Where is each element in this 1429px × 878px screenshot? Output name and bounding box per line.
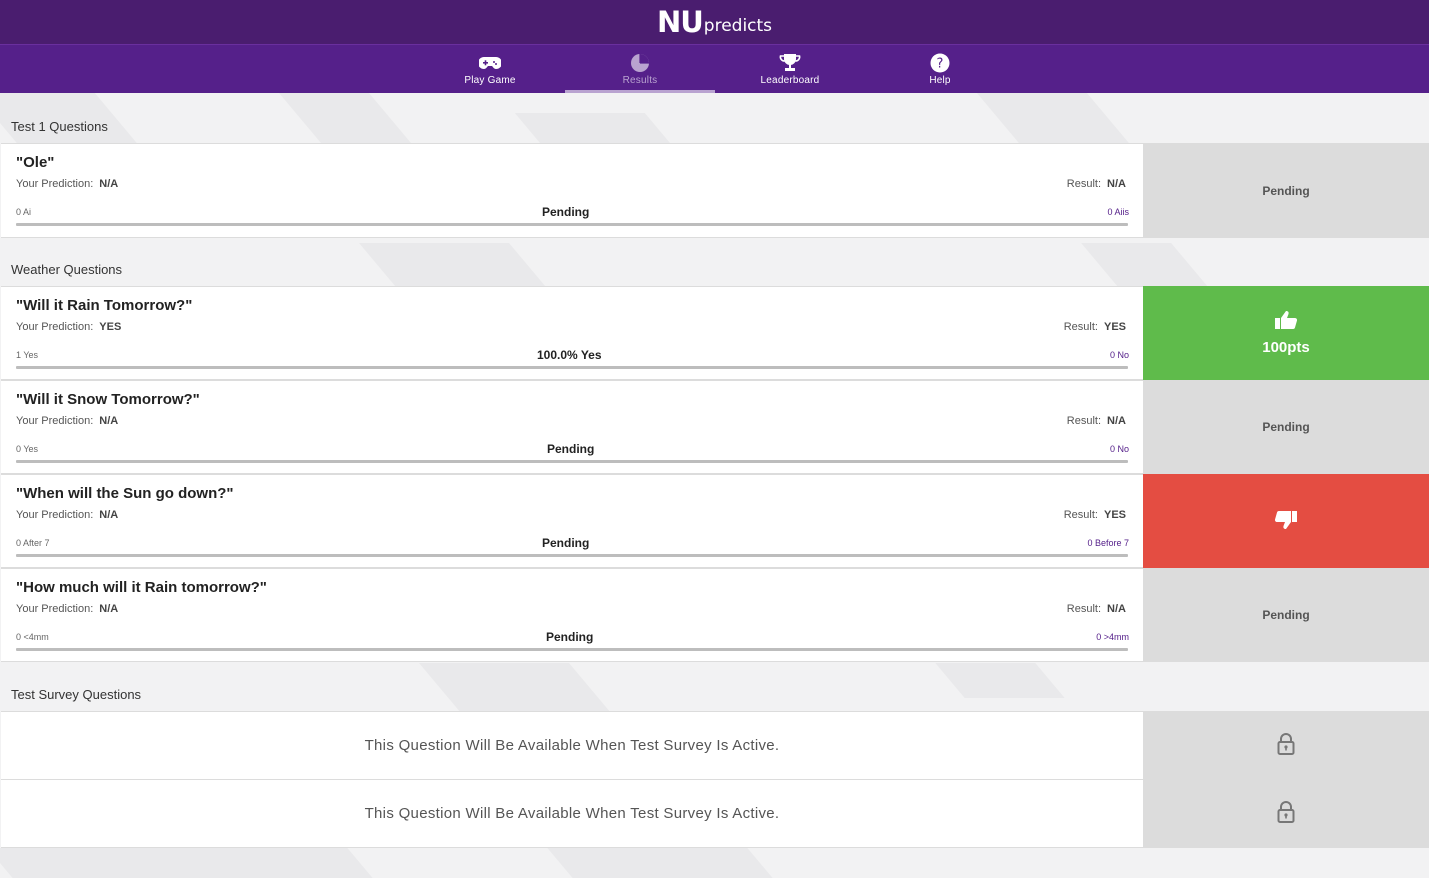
logo-predicts: predicts <box>703 16 773 36</box>
tab-label: Leaderboard <box>760 75 820 86</box>
status-panel: Pending <box>1143 568 1429 662</box>
question-title: "When will the Sun go down?" <box>16 485 234 502</box>
progress-bar <box>16 460 1128 463</box>
status-text: Pending <box>1262 183 1310 198</box>
question-title: "How much will it Rain tomorrow?" <box>16 579 267 596</box>
prediction-value: YES <box>99 321 122 333</box>
your-prediction: Your Prediction: N/A <box>16 178 119 190</box>
center-status: Pending <box>547 442 595 456</box>
progress-bar <box>16 648 1128 651</box>
your-prediction: Your Prediction: N/A <box>16 509 119 521</box>
status-panel <box>1143 474 1429 568</box>
question-card: "Will it Rain Tomorrow?" Your Prediction… <box>1 286 1429 380</box>
left-count: 1 Yes <box>16 350 39 360</box>
tab-label: Play Game <box>464 75 516 86</box>
left-count: 0 Ai <box>16 207 32 217</box>
prediction-value: N/A <box>99 603 119 615</box>
status-panel: Pending <box>1143 380 1429 474</box>
question-card: "How much will it Rain tomorrow?" Your P… <box>1 568 1429 662</box>
tab-label: Help <box>929 75 951 86</box>
result: Result: N/A <box>1066 178 1126 190</box>
question-card: "Ole" Your Prediction: N/A Result: N/A 0 A… <box>1 143 1429 238</box>
result: Result: YES <box>1063 321 1126 333</box>
result: Result: N/A <box>1066 603 1126 615</box>
right-count: 0 No <box>1109 444 1129 454</box>
result-value: YES <box>1103 321 1126 333</box>
center-status: Pending <box>546 630 594 644</box>
question-title: "Ole" <box>16 154 55 171</box>
locked-question-card: This Question Will Be Available When Tes… <box>1 711 1429 780</box>
status-text: Pending <box>1262 608 1310 622</box>
result-value: YES <box>1103 509 1126 521</box>
your-prediction: Your Prediction: N/A <box>16 603 119 615</box>
pie-chart-icon <box>630 53 650 73</box>
locked-question-card: This Question Will Be Available When Tes… <box>1 779 1429 848</box>
prediction-value: N/A <box>99 178 119 190</box>
locked-message: This Question Will Be Available When Tes… <box>364 805 780 822</box>
logo-nu: NU <box>656 5 704 39</box>
help-icon: ? <box>930 53 950 73</box>
prediction-value: N/A <box>99 415 119 427</box>
nu-predicts-logo[interactable]: NU predicts <box>657 7 772 37</box>
right-count: 0 >4mm <box>1096 632 1129 642</box>
left-count: 0 Yes <box>16 444 39 454</box>
result: Result: YES <box>1063 509 1126 521</box>
main-nav: Play Game Results Leaderboard ? Help <box>0 44 1429 93</box>
status-text: Pending <box>1262 420 1310 434</box>
your-prediction: Your Prediction: N/A <box>16 415 119 427</box>
locked-panel <box>1143 779 1429 848</box>
left-count: 0 <4mm <box>16 632 49 642</box>
right-count: 0 Before 7 <box>1087 538 1129 548</box>
center-status: Pending <box>542 536 590 550</box>
tab-play-game[interactable]: Play Game <box>415 45 565 93</box>
status-panel: Pending <box>1143 143 1429 238</box>
lock-icon <box>1277 732 1295 759</box>
center-status: 100.0% Yes <box>537 348 602 362</box>
your-prediction: Your Prediction: YES <box>16 321 122 333</box>
locked-message: This Question Will Be Available When Tes… <box>364 737 780 754</box>
right-count: 0 Aiis <box>1107 207 1129 217</box>
progress-bar <box>16 554 1128 557</box>
points-awarded: 100pts <box>1262 339 1310 356</box>
result-value: N/A <box>1107 415 1126 427</box>
center-status: Pending <box>542 205 590 219</box>
progress-bar <box>16 366 1128 369</box>
tab-results[interactable]: Results <box>565 45 715 93</box>
section-title-test1: Test 1 Questions <box>11 119 108 134</box>
gamepad-icon <box>479 53 501 73</box>
result-value: N/A <box>1107 603 1126 615</box>
question-title: "Will it Rain Tomorrow?" <box>16 297 193 314</box>
progress-bar <box>16 223 1128 226</box>
lock-icon <box>1277 800 1295 827</box>
trophy-icon <box>779 53 801 73</box>
section-title-survey: Test Survey Questions <box>11 687 142 702</box>
tab-label: Results <box>622 75 658 86</box>
app-header: NU predicts <box>0 0 1429 44</box>
left-count: 0 After 7 <box>16 538 50 548</box>
status-panel: 100pts <box>1143 286 1429 380</box>
section-title-weather: Weather Questions <box>11 262 123 277</box>
question-card: "When will the Sun go down?" Your Predic… <box>1 474 1429 568</box>
question-title: "Will it Snow Tomorrow?" <box>16 391 200 408</box>
prediction-value: N/A <box>99 509 119 521</box>
question-card: "Will it Snow Tomorrow?" Your Prediction… <box>1 380 1429 474</box>
thumbs-up-icon <box>1274 310 1298 333</box>
thumbs-down-icon <box>1274 510 1298 533</box>
tab-leaderboard[interactable]: Leaderboard <box>715 45 865 93</box>
result-value: N/A <box>1107 178 1126 190</box>
tab-help[interactable]: ? Help <box>865 45 1015 93</box>
svg-text:?: ? <box>937 57 944 72</box>
result: Result: N/A <box>1066 415 1126 427</box>
right-count: 0 No <box>1109 350 1129 360</box>
locked-panel <box>1143 711 1429 780</box>
